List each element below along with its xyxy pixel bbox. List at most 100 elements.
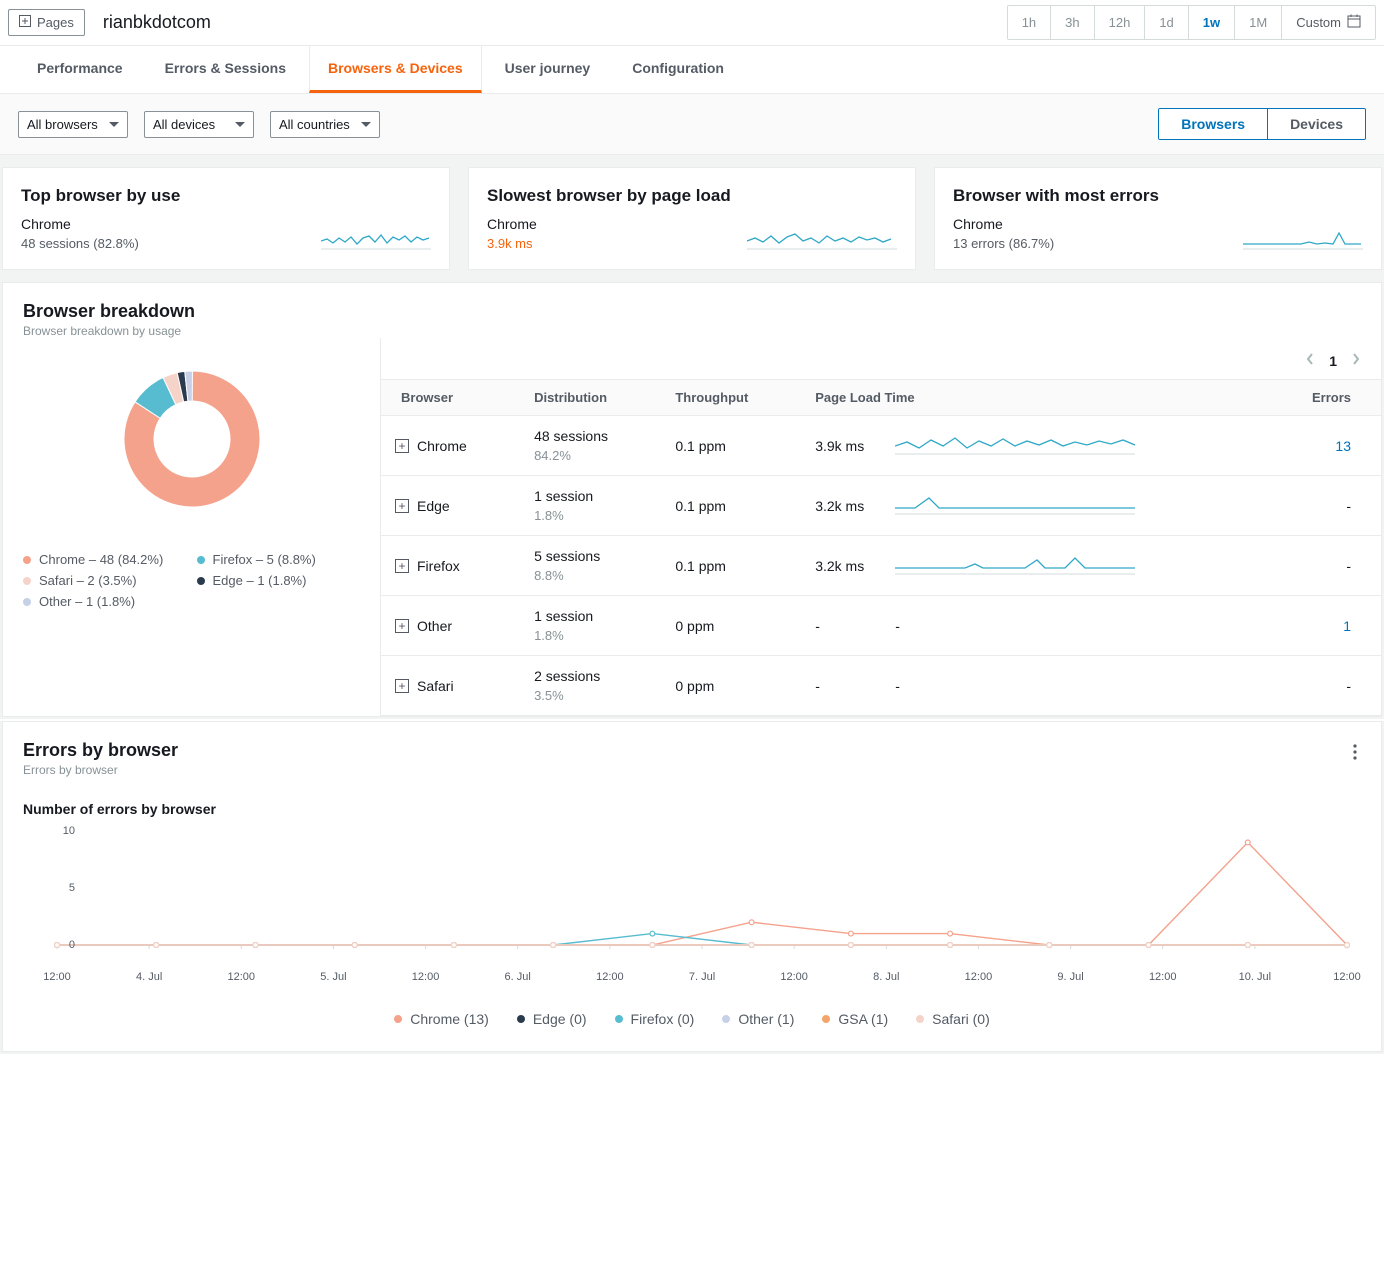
page-load-time: 3.9k ms [803,416,883,476]
tab-user-journey[interactable]: User journey [486,46,610,93]
time-range-1w[interactable]: 1w [1189,6,1235,39]
tab-browsers-devices[interactable]: Browsers & Devices [309,46,482,93]
donut-pane: Chrome – 48 (84.2%)Firefox – 5 (8.8%)Saf… [3,338,381,716]
filter-countries-label: All countries [279,117,350,132]
page-load-sparkline-cell [883,416,1264,476]
breakdown-table-pane: 1 BrowserDistributionThroughputPage Load… [381,338,1381,716]
col-distribution[interactable]: Distribution [522,380,663,416]
segment-devices[interactable]: Devices [1268,109,1365,139]
legend-item[interactable]: Chrome (13) [394,1011,489,1027]
chevron-down-icon [361,122,371,127]
card-title: Browser with most errors [953,186,1363,206]
expand-row[interactable]: +Safari [395,678,454,694]
section-subtitle: Browser breakdown by usage [23,324,195,338]
throughput: 0.1 ppm [663,416,803,476]
section-subtitle: Errors by browser [23,763,178,777]
legend-item: Firefox – 5 (8.8%) [197,552,361,567]
filter-devices-label: All devices [153,117,215,132]
sessions: 48 sessions [534,428,651,444]
section-title: Errors by browser [23,740,178,761]
time-range-1d[interactable]: 1d [1145,6,1188,39]
legend-item[interactable]: Other (1) [722,1011,794,1027]
card-value: Chrome [487,216,537,232]
legend-item: Edge – 1 (1.8%) [197,573,361,588]
filter-browsers[interactable]: All browsers [18,111,128,138]
throughput: 0.1 ppm [663,476,803,536]
page-load-time: - [803,596,883,656]
expand-row[interactable]: +Firefox [395,558,460,574]
card-most-errors-browser: Browser with most errors Chrome 13 error… [934,167,1382,270]
plus-square-icon: + [395,499,409,513]
page-load-sparkline-cell: - [883,596,1264,656]
x-tick: 12:00 [1149,971,1177,983]
time-range-custom[interactable]: Custom [1282,6,1375,39]
sparkline [895,492,1135,516]
x-tick: 4. Jul [136,971,162,983]
errors-section: Errors by browser Errors by browser Numb… [0,721,1384,1054]
browsers-devices-toggle: BrowsersDevices [1158,108,1366,140]
y-tick: 0 [69,939,75,951]
calendar-icon [1347,14,1361,31]
expand-row[interactable]: +Edge [395,498,450,514]
pager-prev[interactable] [1305,352,1315,369]
segment-browsers[interactable]: Browsers [1159,109,1268,139]
time-range-1h[interactable]: 1h [1008,6,1051,39]
legend-label: Other – 1 (1.8%) [39,594,135,609]
sparkline [895,432,1135,456]
tab-errors-sessions[interactable]: Errors & Sessions [146,46,305,93]
pager-next[interactable] [1351,352,1361,369]
session-pct: 8.8% [534,568,651,583]
browser-name: Firefox [417,558,460,574]
y-tick: 10 [63,825,75,837]
x-tick: 12:00 [412,971,440,983]
card-title: Top browser by use [21,186,431,206]
filter-countries[interactable]: All countries [270,111,380,138]
filter-row: All browsers All devices All countries B… [0,94,1384,155]
filter-devices[interactable]: All devices [144,111,254,138]
more-icon[interactable] [1349,740,1361,767]
pager-page: 1 [1329,353,1337,369]
col-browser[interactable]: Browser [381,380,522,416]
donut-chart [107,354,277,524]
legend-item[interactable]: Edge (0) [517,1011,587,1027]
x-tick: 12:00 [596,971,624,983]
errors-cell[interactable]: 13 [1264,416,1381,476]
expand-row[interactable]: +Other [395,618,452,634]
plus-square-icon [19,15,31,30]
legend-swatch [615,1015,623,1023]
errors-chart: 051012:004. Jul12:005. Jul12:006. Jul12:… [53,825,1351,965]
errors-cell[interactable]: 1 [1264,596,1381,656]
sessions: 1 session [534,608,651,624]
errors-cell: - [1264,476,1381,536]
tab-configuration[interactable]: Configuration [613,46,743,93]
table-pager: 1 [381,338,1381,379]
table-row: +Other1 session1.8%0 ppm--1 [381,596,1381,656]
sparkline [895,552,1135,576]
legend-item[interactable]: Firefox (0) [615,1011,695,1027]
legend-label: Safari (0) [932,1011,990,1027]
pages-button-label: Pages [37,15,74,30]
col-page-load-time[interactable]: Page Load Time [803,380,1264,416]
browser-name: Safari [417,678,454,694]
time-range-3h[interactable]: 3h [1051,6,1094,39]
time-range-12h[interactable]: 12h [1095,6,1146,39]
legend-item[interactable]: Safari (0) [916,1011,990,1027]
browser-name: Other [417,618,452,634]
expand-row[interactable]: +Chrome [395,438,467,454]
legend-label: Edge – 1 (1.8%) [213,573,307,588]
table-row: +Firefox5 sessions8.8%0.1 ppm3.2k ms- [381,536,1381,596]
time-range-1M[interactable]: 1M [1235,6,1282,39]
legend-item: Chrome – 48 (84.2%) [23,552,187,567]
page-load-sparkline-cell [883,476,1264,536]
col-throughput[interactable]: Throughput [663,380,803,416]
legend-item[interactable]: GSA (1) [822,1011,888,1027]
tab-performance[interactable]: Performance [18,46,142,93]
x-tick: 12:00 [1333,971,1361,983]
pages-button[interactable]: Pages [8,9,85,36]
x-tick: 12:00 [780,971,808,983]
card-slowest-browser: Slowest browser by page load Chrome 3.9k… [468,167,916,270]
sparkline [1243,229,1363,251]
card-sub: 48 sessions (82.8%) [21,236,139,251]
legend-swatch [722,1015,730,1023]
col-errors[interactable]: Errors [1264,380,1381,416]
